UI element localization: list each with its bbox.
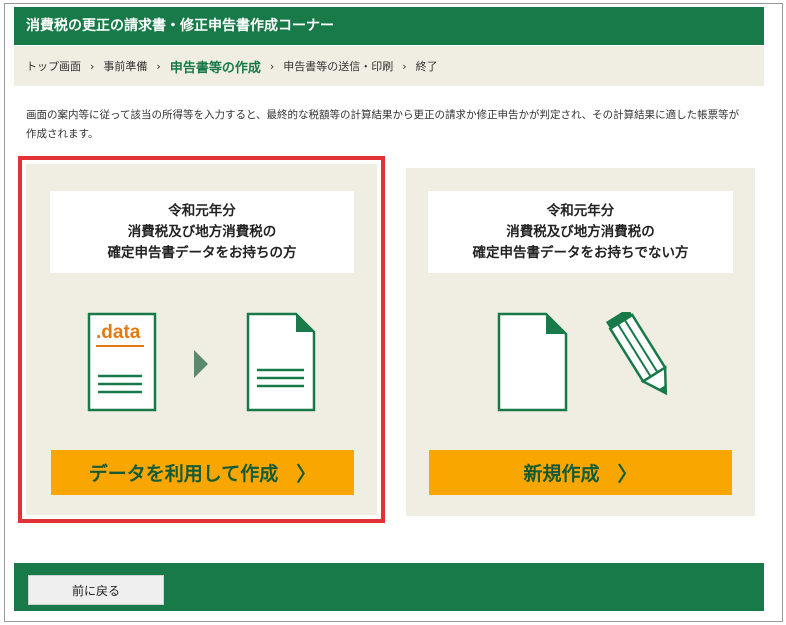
create-new-button-label: 新規作成 — [523, 464, 600, 485]
card-with-data[interactable]: 令和元年分 消費税及び地方消費税の 確定申告書データをお持ちの方 .data デ… — [26, 164, 377, 515]
create-new-button[interactable]: 新規作成 〉 — [429, 450, 732, 495]
breadcrumb-separator-icon: › — [402, 59, 407, 73]
chevron-right-icon: 〉 — [617, 464, 638, 486]
page-header: 消費税の更正の請求書・修正申告書作成コーナー — [14, 7, 764, 45]
instruction-text: 画面の案内等に従って該当の所得等を入力すると、最終的な税額等の計算結果から更正の… — [26, 106, 756, 144]
blank-document-icon — [497, 312, 568, 412]
document-icon — [246, 312, 316, 412]
instruction-line: 画面の案内等に従って該当の所得等を入力すると、最終的な税額等の計算結果から更正の… — [26, 109, 740, 121]
breadcrumb-item-send-print: 申告書等の送信・印刷 — [283, 60, 394, 73]
create-with-data-button[interactable]: データを利用して作成 〉 — [51, 450, 354, 495]
page-footer: 前に戻る — [14, 563, 764, 611]
breadcrumb-separator-icon: › — [156, 59, 161, 73]
breadcrumb-item-current: 申告書等の作成 — [169, 60, 261, 76]
create-with-data-button-label: データを利用して作成 — [88, 464, 279, 485]
breadcrumb-separator-icon: › — [90, 59, 95, 73]
card-title-condition: 確定申告書データをお持ちでない方 — [472, 244, 689, 261]
card-title-tax: 消費税及び地方消費税の — [506, 223, 655, 240]
card-title-year: 令和元年分 — [168, 202, 236, 219]
data-file-label: .data — [96, 322, 141, 343]
chevron-right-icon: 〉 — [296, 464, 317, 486]
card-title-year: 令和元年分 — [546, 202, 615, 219]
breadcrumb: トップ画面 › 事前準備 › 申告書等の作成 › 申告書等の送信・印刷 › 終了 — [14, 46, 764, 86]
data-file-icon: .data — [87, 312, 157, 412]
instruction-line: 作成されます。 — [26, 128, 99, 140]
card-title-condition: 確定申告書データをお持ちの方 — [107, 244, 297, 261]
data-file-to-document-illustration: .data — [87, 312, 316, 412]
card-title: 令和元年分 消費税及び地方消費税の 確定申告書データをお持ちでない方 — [428, 191, 733, 273]
card-title: 令和元年分 消費税及び地方消費税の 確定申告書データをお持ちの方 — [50, 191, 354, 273]
breadcrumb-item-finish: 終了 — [415, 60, 438, 73]
pencil-icon — [606, 312, 668, 396]
breadcrumb-separator-icon: › — [269, 59, 275, 73]
breadcrumb-item-preparation: 事前準備 — [103, 60, 148, 73]
back-button[interactable]: 前に戻る — [28, 575, 164, 605]
arrow-right-icon — [194, 350, 208, 378]
breadcrumb-item-top: トップ画面 — [26, 60, 81, 73]
card-title-tax: 消費税及び地方消費税の — [127, 223, 277, 240]
blank-document-and-pencil-illustration — [497, 312, 668, 412]
page-title: 消費税の更正の請求書・修正申告書作成コーナー — [26, 18, 334, 34]
card-without-data[interactable]: 令和元年分 消費税及び地方消費税の 確定申告書データをお持ちでない方 新規作成 … — [406, 168, 755, 516]
